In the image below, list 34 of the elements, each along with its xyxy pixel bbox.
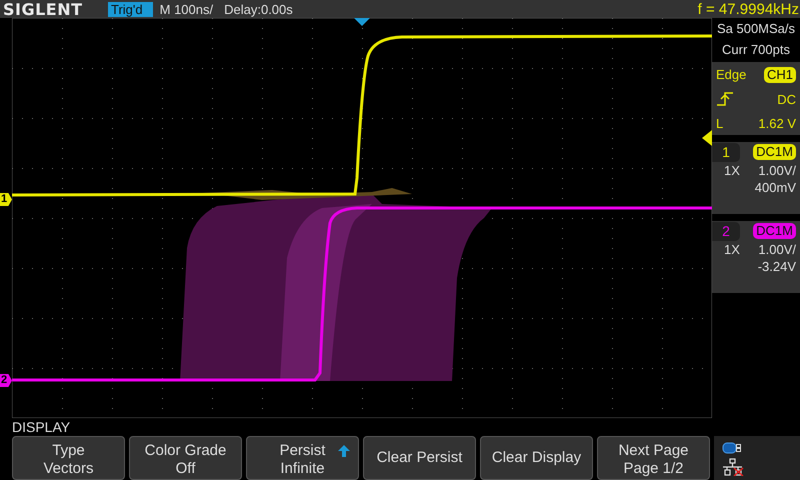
timebase-label: M 100ns/ — [160, 2, 214, 16]
channel-marker: 2 — [0, 374, 12, 387]
memory-depth: Curr 700pts — [721, 41, 791, 59]
menu-title: DISPLAY — [11, 418, 72, 436]
trigger-level: 1.62 V — [758, 116, 796, 130]
coupling-badge: DC1M — [753, 144, 796, 160]
frequency-readout: f = 47.9994kHz — [698, 0, 799, 18]
trigger-status: Trig'd — [108, 2, 153, 16]
softkey-button[interactable]: Clear Display — [480, 436, 593, 480]
trigger-level-label: L — [716, 116, 724, 130]
vertical-offset: -3.24V — [756, 258, 796, 275]
probe-ratio: 1X — [724, 162, 740, 179]
vertical-scale: 1.00V/ — [758, 241, 796, 258]
softkey-button[interactable]: Type Vectors — [12, 436, 125, 480]
softkey-button[interactable]: Color Grade Off — [129, 436, 242, 480]
trigger-type: Edge — [716, 67, 746, 82]
channel-number: 1 — [712, 142, 740, 162]
softkey-button[interactable]: Clear Persist — [363, 436, 476, 480]
channel-marker: 1 — [0, 193, 12, 206]
usb-icon — [722, 442, 742, 454]
softkey-button[interactable]: Persist Infinite — [246, 436, 359, 480]
brand-logo: SIGLENT — [3, 0, 84, 18]
channel-number: 2 — [712, 222, 740, 240]
coupling-badge: DC1M — [753, 223, 796, 239]
network-disconnected-icon — [722, 458, 744, 476]
trigger-source-badge: CH1 — [764, 66, 796, 82]
vertical-scale: 1.00V/ — [758, 162, 796, 179]
softkey-button[interactable]: Next Page Page 1/2 — [597, 436, 710, 480]
trigger-coupling: DC — [777, 92, 796, 106]
delay-label: Delay:0.00s — [224, 2, 293, 16]
sample-rate: Sa 500MSa/s — [716, 20, 796, 38]
vertical-offset: 400mV — [754, 179, 796, 196]
rising-edge-icon — [716, 92, 734, 106]
probe-ratio: 1X — [724, 241, 740, 258]
